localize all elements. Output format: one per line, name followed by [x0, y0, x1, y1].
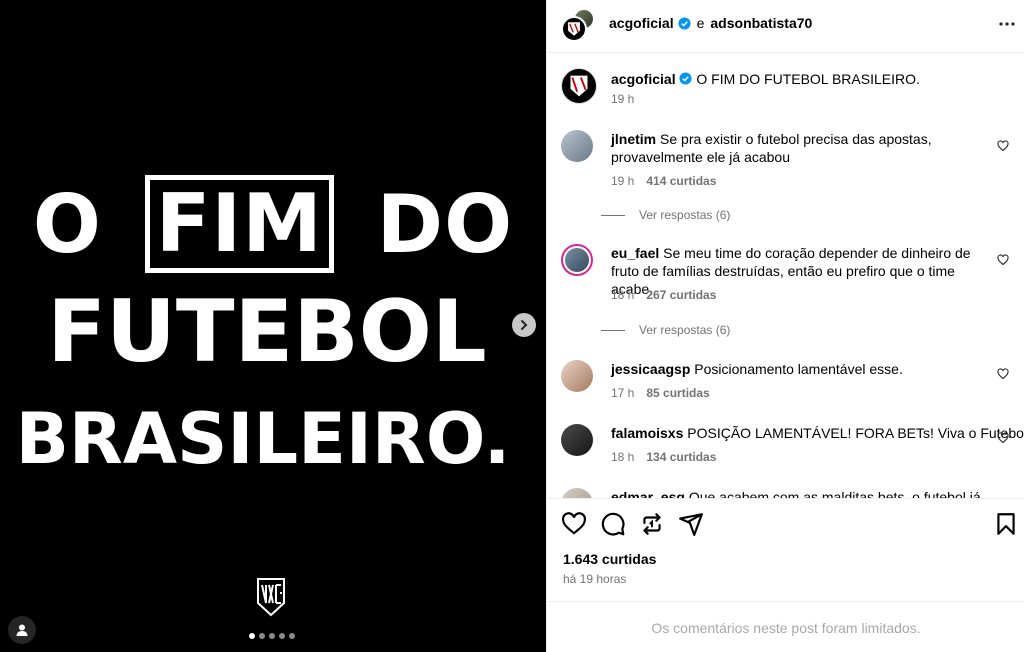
comment-likes[interactable]: 134 curtidas	[646, 450, 716, 464]
carousel-dot[interactable]	[279, 633, 285, 639]
view-replies-button[interactable]: Ver respostas (6)	[601, 208, 730, 222]
collaborator-username[interactable]: adsonbatista70	[710, 15, 812, 31]
comment-avatar[interactable]	[561, 488, 593, 498]
comment-meta: 19 h 414 curtidas	[611, 174, 716, 188]
view-replies-button[interactable]: Ver respostas (6)	[601, 323, 730, 337]
comment-username[interactable]: jlnetim	[611, 131, 656, 147]
caption-text: acgoficial O FIM DO FUTEBOL BRASILEIRO.	[611, 70, 991, 88]
comment-text: jessicaagsp Posicionamento lamentável es…	[611, 360, 991, 378]
carousel-dot[interactable]	[249, 633, 255, 639]
view-replies-label: Ver respostas (6)	[639, 323, 731, 337]
headline-boxed-word: FIM	[144, 175, 334, 274]
carousel-dot[interactable]	[269, 633, 275, 639]
caption-username[interactable]: acgoficial	[611, 71, 676, 87]
post-image: O FIM DO FUTEBOL BRASILEIRO.	[0, 0, 546, 652]
comment-body: Posicionamento lamentável esse.	[694, 361, 903, 377]
verified-badge-icon	[678, 16, 691, 30]
verified-badge-icon	[679, 72, 693, 85]
comment-username[interactable]: eu_fael	[611, 245, 659, 261]
more-horizontal-icon[interactable]	[995, 12, 1019, 36]
comment-meta: 18 h 267 curtidas	[611, 288, 716, 302]
comment-icon[interactable]	[600, 511, 626, 537]
comments-limited-notice: Os comentários neste post foram limitado…	[651, 620, 921, 636]
headline-line-2: FUTEBOL	[47, 282, 487, 382]
comment-time: 17 h	[611, 386, 635, 400]
comment-text: falamoisxs POSIÇÃO LAMENTÁVEL! FORA BETs…	[611, 424, 1024, 442]
heart-icon[interactable]	[997, 140, 1009, 152]
author-avatar[interactable]	[561, 16, 587, 42]
club-crest-logo	[257, 578, 285, 617]
caption-avatar[interactable]	[561, 68, 597, 104]
club-crest-icon	[568, 22, 580, 36]
comment-avatar[interactable]	[561, 244, 593, 276]
comment-avatar[interactable]	[561, 130, 593, 162]
heart-icon[interactable]	[561, 511, 587, 537]
comment-username[interactable]: jessicaagsp	[611, 361, 690, 377]
heart-icon[interactable]	[997, 432, 1009, 444]
caption-body: O FIM DO FUTEBOL BRASILEIRO.	[696, 71, 920, 87]
heart-icon[interactable]	[997, 368, 1009, 380]
post-header: acgoficial e adsonbatista70	[547, 0, 1024, 53]
comment-username[interactable]: edmar_esg	[611, 489, 685, 498]
comment-meta: 18 h 134 curtidas	[611, 450, 716, 464]
comment-body: Se pra existir o futebol precisa das apo…	[611, 131, 932, 165]
caption-time: 19 h	[611, 92, 635, 106]
chevron-right-icon	[521, 320, 528, 330]
headline-line-1: O FIM DO	[0, 172, 546, 274]
bookmark-icon[interactable]	[993, 511, 1019, 537]
carousel-dot[interactable]	[259, 633, 265, 639]
comment-body: POSIÇÃO LAMENTÁVEL! FORA BETs! Viva o Fu…	[687, 425, 1024, 441]
comment-avatar[interactable]	[561, 360, 593, 392]
comment-likes[interactable]: 85 curtidas	[646, 386, 709, 400]
person-icon	[16, 624, 28, 636]
view-replies-label: Ver respostas (6)	[639, 208, 731, 222]
send-icon[interactable]	[678, 511, 704, 537]
comment-likes[interactable]: 267 curtidas	[646, 288, 716, 302]
replies-divider	[601, 214, 625, 216]
headline-line-3: BRASILEIRO.	[15, 398, 511, 480]
comment-text: jlnetim Se pra existir o futebol precisa…	[611, 130, 991, 166]
club-crest-icon	[570, 75, 588, 97]
comment-meta: 17 h 85 curtidas	[611, 386, 710, 400]
post-likes-count[interactable]: 1.643 curtidas	[563, 551, 656, 567]
comment-time: 19 h	[611, 174, 635, 188]
comments-list[interactable]: acgoficial O FIM DO FUTEBOL BRASILEIRO. …	[547, 54, 1024, 498]
post-header-names: acgoficial e adsonbatista70	[609, 15, 812, 31]
author-avatars[interactable]	[561, 8, 595, 42]
comment-text: edmar_esg Que acabem com as malditas bet…	[611, 488, 991, 498]
post-time-ago[interactable]: há 19 horas	[563, 572, 626, 586]
carousel-dot[interactable]	[289, 633, 295, 639]
header-connector: e	[696, 15, 705, 31]
heart-icon[interactable]	[997, 254, 1009, 266]
headline-word: O	[32, 177, 102, 271]
post-panel: acgoficial e adsonbatista70 acgoficial O…	[546, 0, 1024, 652]
next-slide-button[interactable]	[512, 313, 536, 337]
comment-avatar[interactable]	[561, 424, 593, 456]
comment-username[interactable]: falamoisxs	[611, 425, 683, 441]
comment-time: 18 h	[611, 450, 635, 464]
comment-likes[interactable]: 414 curtidas	[646, 174, 716, 188]
user-tags-button[interactable]	[8, 616, 36, 644]
carousel-dots	[249, 633, 295, 639]
author-username[interactable]: acgoficial	[609, 15, 674, 31]
comment-time: 18 h	[611, 288, 635, 302]
comment-body: Que acabem com as malditas bets, o futeb…	[688, 489, 981, 498]
repost-icon[interactable]	[639, 511, 665, 537]
post-actions: 1.643 curtidas há 19 horas	[547, 498, 1024, 602]
headline-word: DO	[376, 177, 514, 271]
replies-divider	[601, 329, 625, 331]
